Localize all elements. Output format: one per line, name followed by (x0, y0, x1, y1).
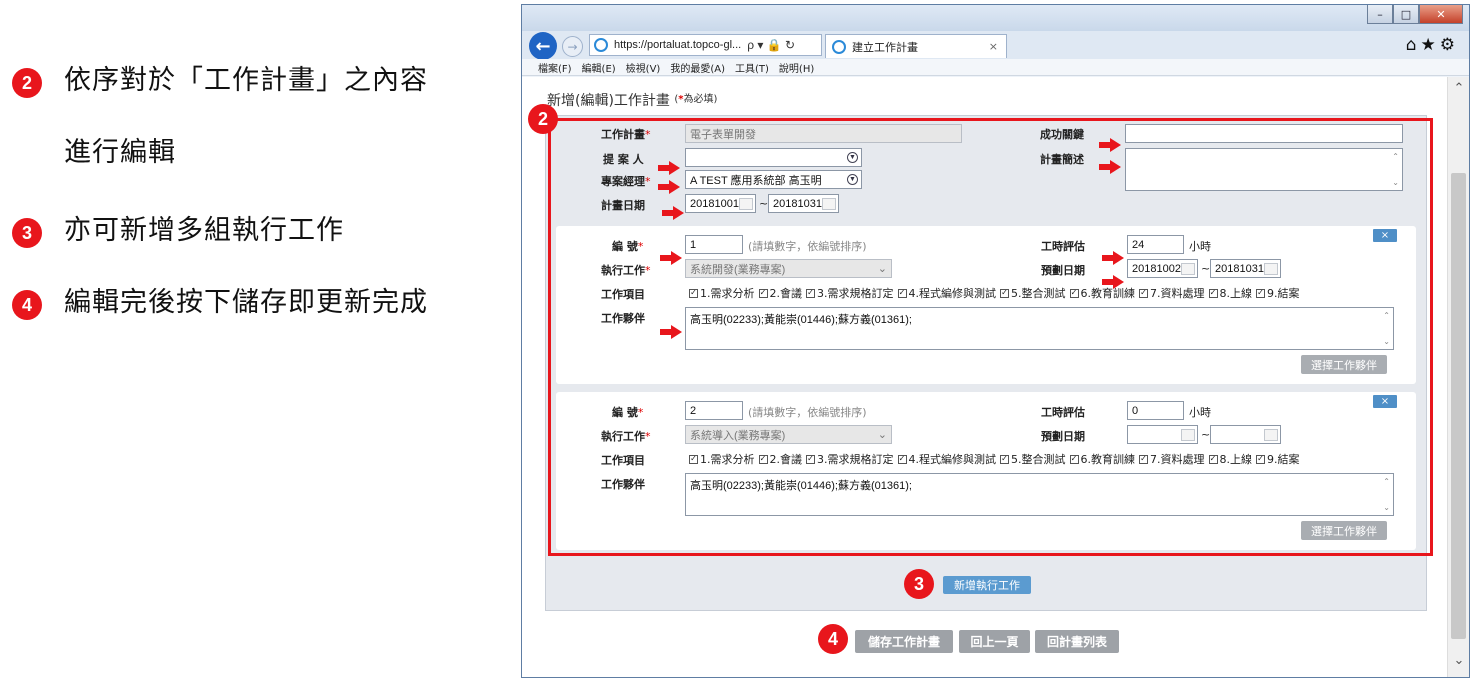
address-controls[interactable]: ρ ▾ 🔒 ↻ (747, 38, 795, 52)
back-page-button[interactable]: 回上一頁 (959, 630, 1030, 653)
add-badge-3: 3 (904, 569, 934, 599)
add-task-button[interactable]: 新增執行工作 (943, 576, 1031, 594)
red-arrow-icon (1099, 138, 1121, 152)
frame-badge-2: 2 (528, 104, 558, 134)
home-favorites-settings-icons[interactable]: ⌂★⚙ (1406, 35, 1459, 55)
menu-help[interactable]: 說明(H) (779, 60, 814, 75)
plan-list-button[interactable]: 回計畫列表 (1035, 630, 1119, 653)
instruction-4: 4 編輯完後按下儲存即更新完成 (12, 287, 428, 320)
required-note: (*為必填) (674, 94, 718, 105)
forward-arrow-icon[interactable]: → (562, 36, 583, 57)
scroll-thumb[interactable] (1451, 173, 1466, 639)
nav-bar: ← → https://portaluat.topco-gl... ρ ▾ 🔒 … (522, 31, 1469, 60)
red-arrow-icon (662, 206, 684, 220)
red-arrow-icon (1102, 275, 1124, 289)
address-url: https://portaluat.topco-gl... (614, 39, 742, 51)
red-arrow-icon (658, 180, 680, 194)
step-badge-2: 2 (12, 68, 42, 98)
address-bar[interactable]: https://portaluat.topco-gl... ρ ▾ 🔒 ↻ (589, 34, 822, 56)
tab-title: 建立工作計畫 (852, 40, 918, 54)
tab-close-icon[interactable]: × (989, 40, 998, 53)
instruction-2-line2: 進行編輯 (64, 137, 176, 168)
menu-favorites[interactable]: 我的最愛(A) (670, 60, 725, 75)
instruction-3-text: 亦可新增多組執行工作 (64, 215, 344, 246)
minimize-button[interactable]: – (1367, 5, 1393, 24)
menu-edit[interactable]: 編輯(E) (582, 60, 616, 75)
instruction-2-line1: 依序對於「工作計畫」之內容 (64, 65, 428, 96)
instruction-2: 2 依序對於「工作計畫」之內容 進行編輯 (12, 65, 428, 168)
menu-file[interactable]: 檔案(F) (538, 60, 572, 75)
red-arrow-icon (658, 161, 680, 175)
page-scrollbar[interactable]: ⌃ ⌄ (1447, 77, 1469, 677)
menu-bar: 檔案(F) 編輯(E) 檢視(V) 我的最愛(A) 工具(T) 說明(H) (522, 59, 1469, 76)
red-arrow-icon (660, 325, 682, 339)
instruction-3: 3 亦可新增多組執行工作 (12, 215, 344, 248)
tab-build-plan[interactable]: 建立工作計畫 × (825, 34, 1007, 58)
close-window-button[interactable]: ✕ (1419, 5, 1463, 24)
save-badge-4: 4 (818, 624, 848, 654)
ie-logo-icon (594, 38, 608, 52)
menu-tools[interactable]: 工具(T) (735, 60, 769, 75)
red-arrow-icon (1102, 251, 1124, 265)
maximize-button[interactable]: □ (1393, 5, 1419, 24)
menu-view[interactable]: 檢視(V) (626, 60, 661, 75)
step-badge-3: 3 (12, 218, 42, 248)
back-arrow-icon[interactable]: ← (529, 32, 557, 60)
red-arrow-icon (1099, 160, 1121, 174)
save-plan-button[interactable]: 儲存工作計畫 (855, 630, 953, 653)
scroll-up-icon[interactable]: ⌃ (1448, 79, 1470, 97)
step-badge-4: 4 (12, 290, 42, 320)
title-bar: – □ ✕ (522, 5, 1469, 31)
scroll-down-icon[interactable]: ⌄ (1448, 651, 1470, 669)
tab-ie-icon (832, 39, 846, 54)
page-title: 新增(編輯)工作計畫 (*為必填) (547, 93, 718, 109)
instruction-4-text: 編輯完後按下儲存即更新完成 (64, 287, 428, 318)
window-controls: – □ ✕ (1367, 5, 1463, 24)
red-arrow-icon (660, 251, 682, 265)
